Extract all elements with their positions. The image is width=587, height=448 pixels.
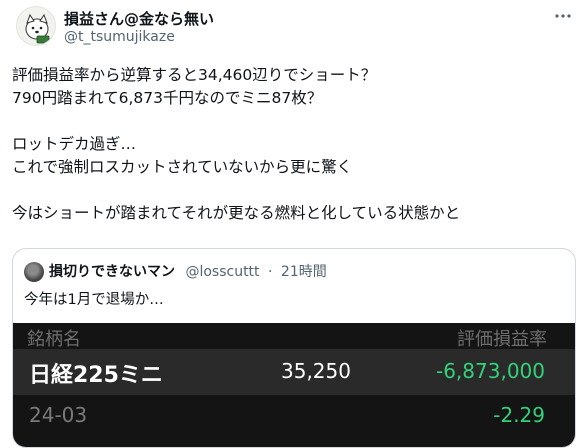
quote-handle[interactable]: @losscuttt [185,264,259,280]
stock-name: 日経225ミニ [29,363,163,388]
quoted-tweet[interactable]: 損切りできないマン @losscuttt · 21時間 今年は1月で退場か… 銘… [12,248,576,448]
quote-author-avatar[interactable] [24,262,44,282]
tweet-line: 790円踏まれて6,873千円なのでミニ87枚？ [12,89,323,107]
more-button[interactable] [553,6,573,26]
profit-loss-rate: -2.29 [493,403,545,427]
quote-display-name[interactable]: 損切りできないマン [49,264,175,280]
author-avatar[interactable] [16,6,56,46]
quote-text: 今年は1月で退場か… [24,292,164,308]
tweet-line: これで強制ロスカットされていないから更に驚く [12,158,353,176]
quote-separator: · [268,264,273,280]
author-handle[interactable]: @t_tsumujikaze [64,29,175,45]
position-row: 日経225ミニ 35,250 -6,873,000 [13,349,575,395]
quote-time[interactable]: 21時間 [281,264,327,280]
quote-header: 損切りできないマン @losscuttt · 21時間 [49,262,327,282]
stock-price: 35,250 [281,359,351,383]
tweet-line: 今はショートが踏まれてそれが更なる燃料と化している状態かと [12,204,461,222]
quote-media-image[interactable]: 銘柄名 評価損益率 日経225ミニ 35,250 -6,873,000 24-0… [13,323,575,447]
tweet-line: ロットデカ過ぎ… [12,135,137,153]
profit-loss-amount: -6,873,000 [435,359,545,383]
contract-month: 24-03 [29,403,88,427]
author-display-name[interactable]: 損益さん@金なら無い [64,8,214,29]
tweet-line: 評価損益率から逆算すると34,460辺りでショート？ [12,66,377,84]
tweet-text: 評価損益率から逆算すると34,460辺りでショート？ 790円踏まれて6,873… [12,64,577,225]
more-icon [555,14,571,18]
dog-avatar-icon [25,13,50,44]
column-header-pl-rate: 評価損益率 [457,329,547,350]
column-header-stock-name: 銘柄名 [27,329,81,350]
